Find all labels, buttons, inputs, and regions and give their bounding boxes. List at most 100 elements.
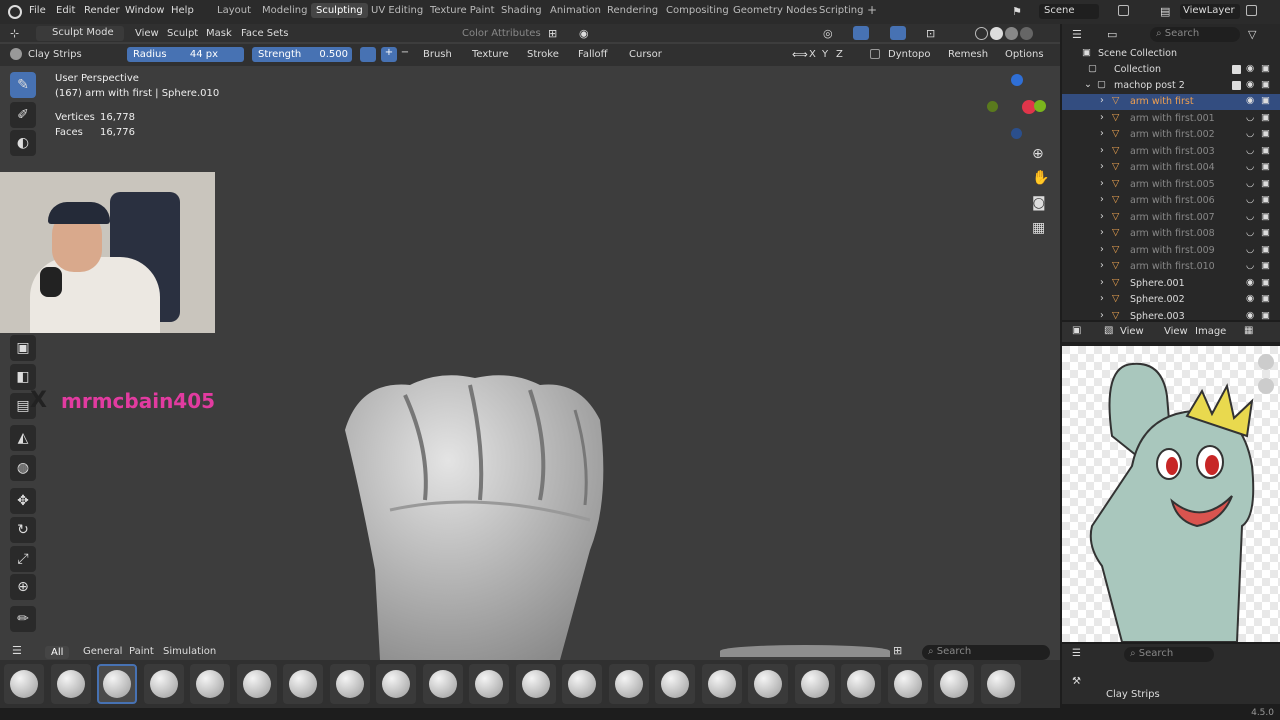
move-tool-icon[interactable]: ✥ [10,488,36,514]
visibility-eye-icon[interactable]: ◡ [1246,260,1254,271]
rotate-tool-icon[interactable]: ↻ [10,517,36,543]
chevron-right-icon[interactable]: › [1100,310,1104,321]
image-view-menu[interactable]: View [1164,326,1188,337]
eye-icon[interactable]: ◎ [823,27,833,40]
render-camera-icon[interactable]: ▣ [1261,79,1270,90]
remesh-menu[interactable]: Remesh [948,49,988,60]
render-camera-icon[interactable]: ▣ [1261,211,1270,222]
gizmo-toggle-icon[interactable] [853,26,869,40]
visibility-eye-icon[interactable]: ◡ [1246,161,1254,172]
gizmo-y-icon[interactable] [1034,100,1046,112]
editor-type-icon[interactable]: ⊹ [10,27,19,40]
shelf-grid-icon[interactable]: ⊞ [893,644,902,657]
draw-brush-icon[interactable] [236,664,277,704]
tab-simulation[interactable]: Simulation [163,646,216,657]
chevron-right-icon[interactable]: › [1100,145,1104,156]
menu-file[interactable]: File [29,5,46,16]
visibility-eye-icon[interactable]: ◉ [1246,310,1254,321]
tool-properties-icon[interactable]: ⚒ [1072,676,1081,687]
render-camera-icon[interactable]: ▣ [1261,128,1270,139]
cursor-menu[interactable]: Cursor [629,49,662,60]
outliner-object-row[interactable]: › ▽ Sphere.001 ◉ ▣ [1062,276,1280,292]
chevron-right-icon[interactable]: › [1100,260,1104,271]
render-camera-icon[interactable]: ▣ [1261,145,1270,156]
visibility-eye-icon[interactable]: ◉ [1246,95,1254,106]
visibility-eye-icon[interactable]: ◉ [1246,79,1254,90]
image-editor-type-icon[interactable]: ▣ [1072,325,1081,336]
visibility-eye-icon[interactable]: ◉ [1246,293,1254,304]
draw-sharp-brush-icon[interactable] [283,664,323,704]
tab-rendering[interactable]: Rendering [607,5,658,16]
pose-brush-icon[interactable] [794,664,835,704]
image-browse-icon[interactable]: ▦ [1244,325,1253,336]
outliner-object-row[interactable]: › ▽ arm with first ◉ ▣ [1062,94,1280,110]
tab-geometry-nodes[interactable]: Geometry Nodes [733,5,817,16]
menu-face-sets[interactable]: Face Sets [241,28,288,39]
menu-view[interactable]: View [135,28,159,39]
fill-brush-icon[interactable] [376,664,416,704]
dyntopo-menu[interactable]: Dyntopo [888,49,930,60]
menu-help[interactable]: Help [171,5,194,16]
mesh-filter-tool-icon[interactable]: ◍ [10,455,36,481]
rendered-shading-icon[interactable] [1020,27,1033,40]
axis-y-toggle[interactable]: Y [822,49,828,60]
render-camera-icon[interactable]: ▣ [1261,161,1270,172]
subtract-direction-button[interactable]: − [398,47,412,62]
outliner-editor-icon[interactable]: ☰ [1072,28,1082,41]
chevron-right-icon[interactable]: › [1100,178,1104,189]
chevron-right-icon[interactable]: › [1100,194,1104,205]
tab-paint[interactable]: Paint [129,646,154,657]
tab-compositing[interactable]: Compositing [666,5,729,16]
pan-icon[interactable] [1258,378,1274,394]
wireframe-shading-icon[interactable] [975,27,988,40]
tab-uv-editing[interactable]: UV Editing [371,5,423,16]
brush-selector[interactable]: Clay Strips [28,49,82,60]
chevron-right-icon[interactable]: › [1100,112,1104,123]
properties-search-input[interactable]: ⌕ Search [1124,647,1214,662]
chevron-right-icon[interactable]: › [1100,277,1104,288]
annotate-tool-icon[interactable]: ✏ [10,606,36,632]
tab-all[interactable]: All [45,646,70,659]
brush-menu[interactable]: Brush [423,49,452,60]
render-camera-icon[interactable]: ▣ [1261,293,1270,304]
smooth-brush-icon[interactable] [934,664,974,704]
render-camera-icon[interactable]: ▣ [1261,112,1270,123]
render-camera-icon[interactable]: ▣ [1261,227,1270,238]
tab-animation[interactable]: Animation [550,5,601,16]
box-hide-tool-icon[interactable]: ◧ [10,364,36,390]
visibility-eye-icon[interactable]: ◡ [1246,112,1254,123]
rotate-brush-icon[interactable] [841,664,881,704]
mode-selector[interactable]: Sculpt Mode [36,26,124,41]
clay-strips-brush-icon[interactable] [97,664,137,704]
outliner-object-row[interactable]: › ▽ arm with first.007 ◡ ▣ [1062,210,1280,226]
filter-icon[interactable]: ▽ [1248,28,1256,41]
render-camera-icon[interactable]: ▣ [1261,244,1270,255]
scale-tool-icon[interactable]: ⤢ [10,546,36,572]
outliner-object-row[interactable]: › ▽ arm with first.002 ◡ ▣ [1062,127,1280,143]
blob-brush-icon[interactable] [4,664,44,704]
new-view-layer-icon[interactable] [1246,5,1257,16]
add-workspace-button[interactable]: + [867,3,877,17]
xray-icon[interactable]: ⊡ [926,27,935,40]
overlay-toggle-icon[interactable] [890,26,906,40]
falloff-menu[interactable]: Falloff [578,49,608,60]
scrape-brush-icon[interactable] [887,664,928,704]
visibility-eye-icon[interactable]: ◡ [1246,194,1254,205]
tab-scripting[interactable]: Scripting [819,5,863,16]
collection-checkbox[interactable] [1232,65,1241,74]
visibility-eye-icon[interactable]: ◡ [1246,227,1254,238]
add-direction-button[interactable]: + [381,47,397,62]
pinch-brush-icon[interactable] [748,664,788,704]
collection-checkbox[interactable] [1232,81,1241,90]
color-attributes-dropdown[interactable]: Color Attributes [462,28,541,39]
tab-texture-paint[interactable]: Texture Paint [430,5,495,16]
collection-row[interactable]: ▢ Collection ◉ ▣ [1062,62,1280,78]
navigation-gizmo[interactable] [984,72,1054,142]
transform-tool-icon[interactable]: ⊕ [10,574,36,600]
view-mode-icon[interactable]: ▧ [1104,325,1113,336]
tab-general[interactable]: General [83,646,122,657]
visibility-eye-icon[interactable]: ◡ [1246,128,1254,139]
pressure-icon[interactable] [360,47,376,62]
axis-z-toggle[interactable]: Z [836,49,843,60]
visibility-eye-icon[interactable]: ◡ [1246,211,1254,222]
